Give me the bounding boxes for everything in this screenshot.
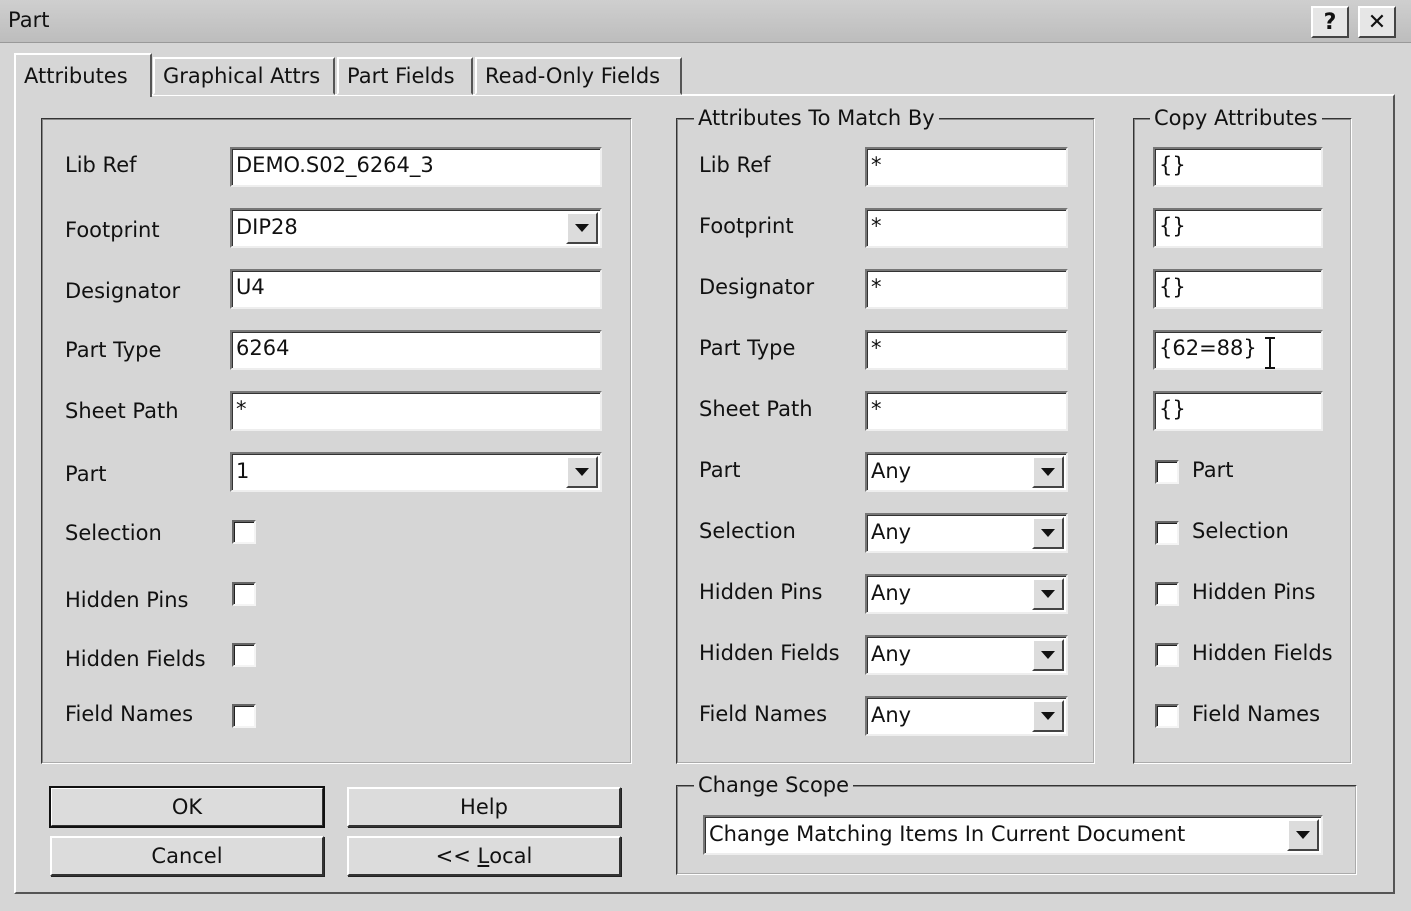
part-value: 1 [236, 459, 250, 483]
cancel-button[interactable]: Cancel [50, 836, 324, 876]
copy-field-names-checkbox[interactable] [1155, 704, 1179, 728]
chevron-down-icon [1041, 590, 1055, 598]
match-hidden-fields-combo[interactable]: Any [865, 635, 1068, 675]
copy-footprint-field[interactable]: {} [1153, 208, 1323, 248]
footprint-label: Footprint [65, 218, 160, 242]
part-label: Part [65, 462, 107, 486]
match-footprint-field[interactable]: * [865, 208, 1068, 248]
match-selection-dropdown-button[interactable] [1032, 517, 1064, 549]
designator-field[interactable]: U4 [230, 269, 602, 309]
chevron-down-icon [1041, 468, 1055, 476]
copy-part-label: Part [1192, 458, 1234, 482]
copy-part-type-field[interactable]: {62=88} [1153, 330, 1323, 370]
chevron-down-icon [1296, 831, 1310, 839]
hidden-fields-checkbox[interactable] [232, 643, 256, 667]
match-part-label: Part [699, 458, 741, 482]
help-button[interactable]: Help [347, 787, 621, 827]
chevron-down-icon [1041, 712, 1055, 720]
local-button[interactable]: << Local [347, 836, 621, 876]
selection-label: Selection [65, 521, 162, 545]
match-part-value: Any [871, 459, 912, 483]
tab-attributes[interactable]: Attributes [14, 53, 152, 97]
tab-read-only-fields[interactable]: Read-Only Fields [475, 57, 682, 95]
part-dropdown-button[interactable] [566, 456, 598, 488]
match-hidden-fields-label: Hidden Fields [699, 641, 840, 665]
lib-ref-field[interactable]: DEMO.S02_6264_3 [230, 147, 602, 187]
field-names-checkbox[interactable] [232, 704, 256, 728]
text-cursor-icon [1265, 337, 1275, 369]
chevron-down-icon [575, 468, 589, 476]
match-selection-value: Any [871, 520, 912, 544]
copy-hidden-pins-checkbox[interactable] [1155, 582, 1179, 606]
match-sheet-path-label: Sheet Path [699, 397, 813, 421]
match-part-type-field[interactable]: * [865, 330, 1068, 370]
tab-part-fields[interactable]: Part Fields [337, 57, 473, 95]
match-part-combo[interactable]: Any [865, 452, 1068, 492]
match-field-names-dropdown-button[interactable] [1032, 700, 1064, 732]
match-part-type-label: Part Type [699, 336, 796, 360]
hidden-fields-label: Hidden Fields [65, 647, 206, 671]
hidden-pins-label: Hidden Pins [65, 588, 189, 612]
match-lib-ref-label: Lib Ref [699, 153, 771, 177]
change-scope-dropdown-button[interactable] [1287, 819, 1319, 851]
change-scope-title: Change Scope [694, 773, 854, 797]
match-hidden-pins-dropdown-button[interactable] [1032, 578, 1064, 610]
change-scope-combo[interactable]: Change Matching Items In Current Documen… [703, 815, 1323, 855]
match-hidden-pins-label: Hidden Pins [699, 580, 823, 604]
hidden-pins-checkbox[interactable] [232, 582, 256, 606]
copy-sheet-path-field[interactable]: {} [1153, 391, 1323, 431]
part-type-label: Part Type [65, 338, 162, 362]
match-designator-label: Designator [699, 275, 815, 299]
copy-hidden-pins-label: Hidden Pins [1192, 580, 1316, 604]
match-sheet-path-field[interactable]: * [865, 391, 1068, 431]
match-selection-combo[interactable]: Any [865, 513, 1068, 553]
designator-label: Designator [65, 279, 181, 303]
sheet-path-field[interactable]: * [230, 391, 602, 431]
help-icon[interactable]: ? [1311, 6, 1349, 38]
copy-selection-checkbox[interactable] [1155, 521, 1179, 545]
close-icon[interactable]: ✕ [1358, 6, 1396, 38]
part-combo[interactable]: 1 [230, 452, 602, 492]
title-bar [0, 0, 1411, 43]
copy-field-names-label: Field Names [1192, 702, 1321, 726]
sheet-path-label: Sheet Path [65, 399, 179, 423]
chevron-down-icon [1041, 529, 1055, 537]
match-field-names-label: Field Names [699, 702, 828, 726]
footprint-dropdown-button[interactable] [566, 212, 598, 244]
match-hidden-fields-dropdown-button[interactable] [1032, 639, 1064, 671]
match-hidden-pins-combo[interactable]: Any [865, 574, 1068, 614]
local-button-prefix: << [435, 844, 478, 868]
footprint-combo[interactable]: DIP28 [230, 208, 602, 248]
match-hidden-fields-value: Any [871, 642, 912, 666]
field-names-label: Field Names [65, 702, 194, 726]
copy-hidden-fields-checkbox[interactable] [1155, 643, 1179, 667]
copy-hidden-fields-label: Hidden Fields [1192, 641, 1333, 665]
change-scope-value: Change Matching Items In Current Documen… [709, 822, 1186, 846]
local-button-rest: ocal [489, 844, 533, 868]
copy-part-checkbox[interactable] [1155, 460, 1179, 484]
local-button-hotkey: L [477, 844, 490, 868]
lib-ref-label: Lib Ref [65, 153, 137, 177]
copy-lib-ref-field[interactable]: {} [1153, 147, 1323, 187]
match-designator-field[interactable]: * [865, 269, 1068, 309]
footprint-value: DIP28 [236, 215, 298, 239]
part-type-field[interactable]: 6264 [230, 330, 602, 370]
copy-designator-field[interactable]: {} [1153, 269, 1323, 309]
match-footprint-label: Footprint [699, 214, 794, 238]
chevron-down-icon [575, 224, 589, 232]
match-part-dropdown-button[interactable] [1032, 456, 1064, 488]
window-title: Part [8, 8, 50, 32]
selection-checkbox[interactable] [232, 520, 256, 544]
chevron-down-icon [1041, 651, 1055, 659]
match-lib-ref-field[interactable]: * [865, 147, 1068, 187]
match-attributes-title: Attributes To Match By [694, 106, 939, 130]
match-field-names-value: Any [871, 703, 912, 727]
match-selection-label: Selection [699, 519, 796, 543]
copy-selection-label: Selection [1192, 519, 1289, 543]
copy-attributes-title: Copy Attributes [1150, 106, 1322, 130]
match-hidden-pins-value: Any [871, 581, 912, 605]
tab-graphical-attrs[interactable]: Graphical Attrs [153, 57, 335, 95]
ok-button[interactable]: OK [49, 786, 325, 828]
match-field-names-combo[interactable]: Any [865, 696, 1068, 736]
